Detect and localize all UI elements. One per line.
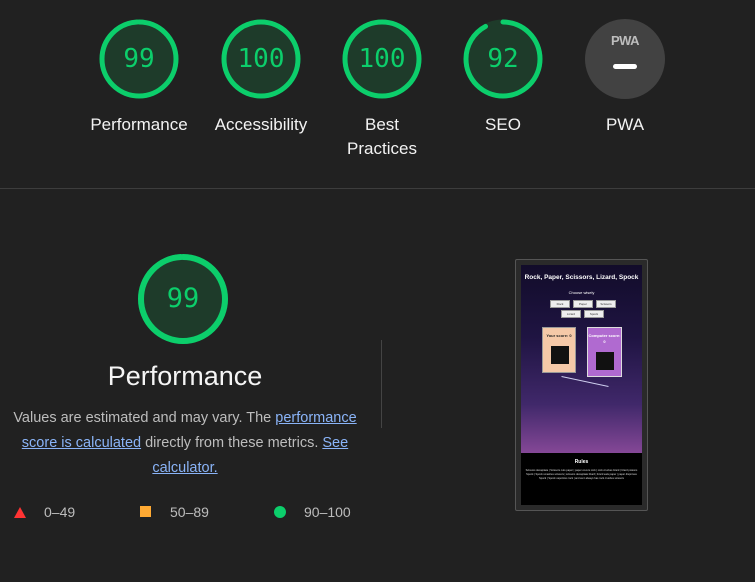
section-divider [0, 188, 755, 189]
final-screenshot-thumbnail[interactable]: Rock, Paper, Scissors, Lizard, Spock Cho… [515, 259, 648, 511]
score-value: 92 [487, 44, 519, 74]
gauge-label: Best Practices [347, 115, 417, 158]
screenshot-paper-button: Paper [573, 300, 593, 308]
screenshot-spock-button: Spock [584, 310, 604, 318]
gauge-accessibility[interactable]: 100 Accessibility [201, 18, 321, 137]
legend-range: 90–100 [304, 504, 351, 520]
screenshot-title: Rock, Paper, Scissors, Lizard, Spock [524, 274, 639, 281]
screenshot-computer-score-box: Computer score: 0 [587, 327, 622, 377]
screenshot-rock-button: Rock [550, 300, 570, 308]
category-gauges: 99 Performance 100 Accessibility 100 Bes… [0, 0, 755, 188]
performance-title: Performance [107, 361, 263, 391]
screenshot-lizard-button: Lizard [561, 310, 581, 318]
desc-text: Values are estimated and may vary. The [13, 410, 276, 426]
performance-section: 99 Performance Values are estimated and … [0, 252, 370, 481]
score-value: 100 [358, 44, 406, 74]
score-ring: 100 [341, 18, 423, 100]
desc-text: directly from these metrics. [141, 435, 323, 451]
gauge-label: Performance [90, 115, 188, 134]
gauge-label: PWA [605, 115, 645, 134]
square-average-icon [140, 506, 151, 517]
hand-signs-icon [551, 346, 569, 364]
screenshot-computer-score: Computer score: 0 [588, 333, 621, 344]
screenshot-screen: Rock, Paper, Scissors, Lizard, Spock Cho… [521, 265, 642, 505]
gauge-label: SEO [485, 115, 521, 134]
pwa-badge-icon: PWA [585, 19, 665, 99]
screenshot-your-score-box: Your score: 0 [542, 327, 576, 373]
vertical-divider [381, 340, 382, 428]
screenshot-scissors-button: Scissors [596, 300, 616, 308]
gauge-label: Accessibility [214, 115, 308, 134]
score-ring: 100 [220, 18, 302, 100]
pwa-badge-text: PWA [610, 33, 640, 48]
performance-score-value: 99 [166, 283, 200, 314]
gauge-best-practices[interactable]: 100 Best Practices [322, 18, 442, 161]
performance-score-ring: 99 [136, 252, 230, 346]
score-value: 99 [123, 44, 155, 74]
hand-signs-icon [596, 352, 614, 370]
pwa-dash-icon [613, 64, 637, 69]
screenshot-your-score: Your score: 0 [546, 333, 572, 338]
shooting-star-decoration [561, 376, 609, 387]
screenshot-rules-text: Scissors decapitate | Scissors cuts pape… [525, 469, 638, 480]
screenshot-rules: Rules Scissors decapitate | Scissors cut… [521, 453, 642, 505]
gauge-pwa[interactable]: PWA PWA [565, 18, 685, 137]
circle-pass-icon [274, 506, 286, 518]
performance-description: Values are estimated and may vary. The p… [10, 406, 360, 481]
legend-range: 0–49 [44, 504, 76, 520]
gauge-performance[interactable]: 99 Performance [79, 18, 199, 137]
score-value: 100 [237, 44, 285, 74]
score-ring: 99 [98, 18, 180, 100]
screenshot-choose: Choose wisely [568, 290, 595, 295]
score-ring: 92 [462, 18, 544, 100]
gauge-seo[interactable]: 92 SEO [443, 18, 563, 137]
legend-range: 50–89 [170, 504, 209, 520]
score-legend: 0–49 50–89 90–100 [14, 503, 374, 523]
triangle-fail-icon [14, 507, 26, 518]
